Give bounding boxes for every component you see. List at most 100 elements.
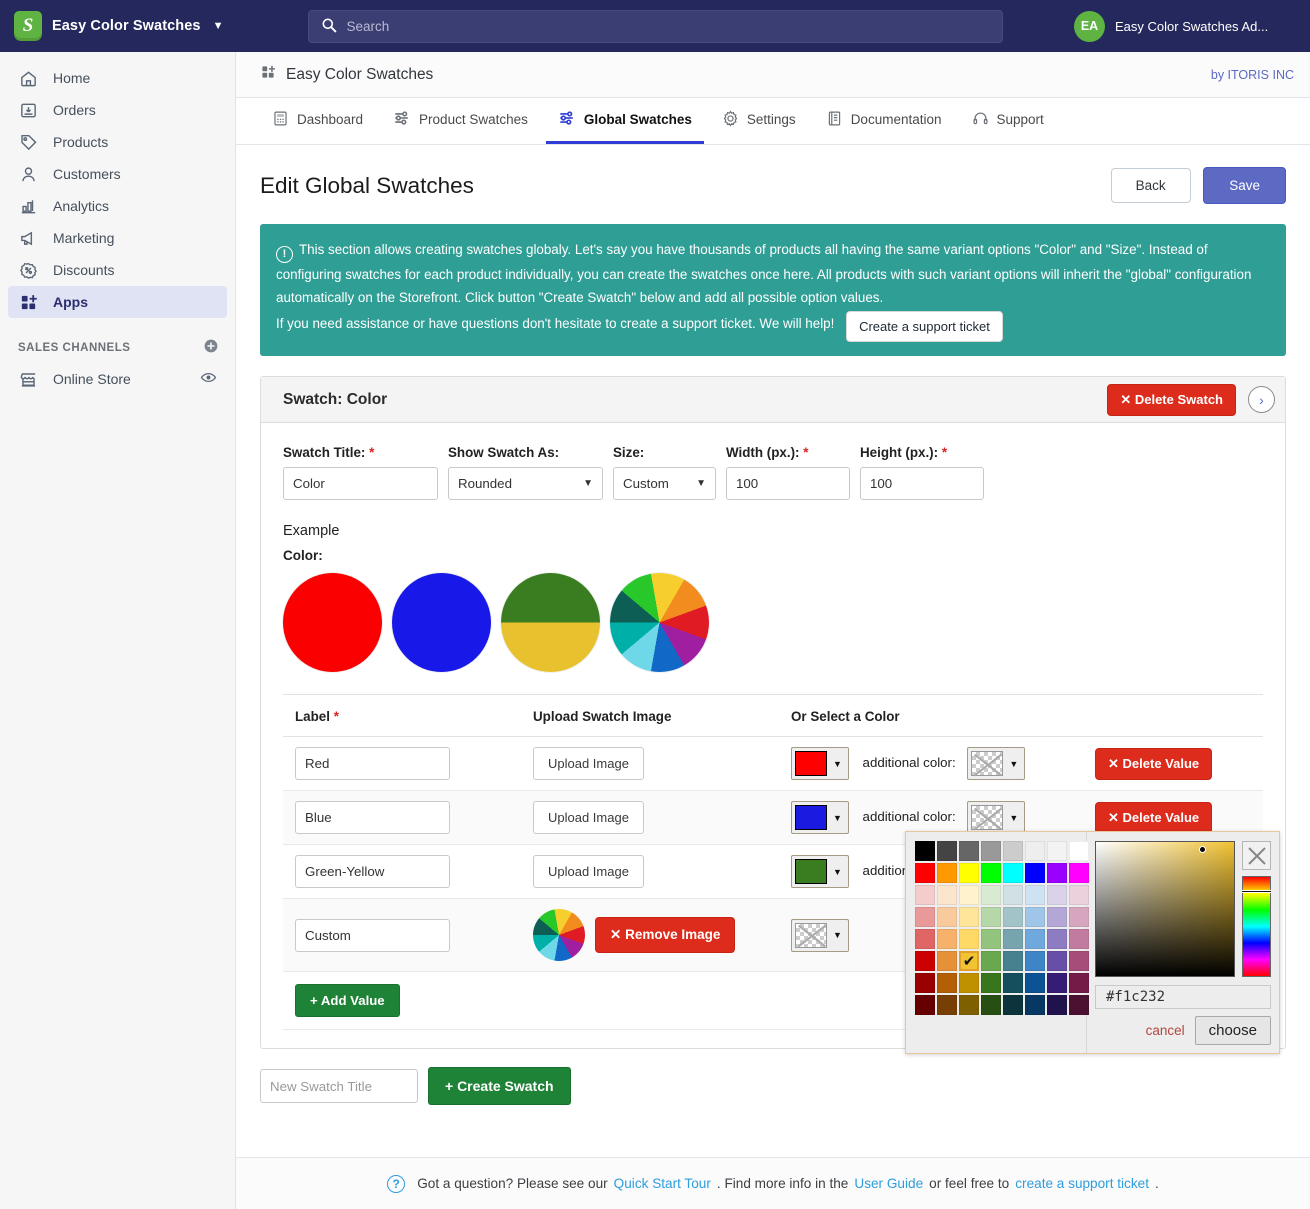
quick-start-tour-link[interactable]: Quick Start Tour <box>614 1176 711 1191</box>
palette-color-cell[interactable] <box>915 907 935 927</box>
palette-color-cell[interactable] <box>981 863 1001 883</box>
palette-color-cell[interactable] <box>937 863 957 883</box>
palette-color-cell[interactable]: ✔ <box>959 951 979 971</box>
color-picker-button[interactable]: ▼ <box>791 747 849 781</box>
cancel-button[interactable]: cancel <box>1146 1023 1185 1038</box>
palette-color-cell[interactable] <box>915 951 935 971</box>
delete-value-button[interactable]: ✕ Delete Value <box>1095 801 1213 834</box>
palette-color-cell[interactable] <box>937 885 957 905</box>
tab-product-swatches[interactable]: Product Swatches <box>381 98 540 144</box>
add-value-button[interactable]: + Add Value <box>295 984 400 1018</box>
color-picker-button[interactable]: ▼ <box>791 855 849 889</box>
palette-color-cell[interactable] <box>959 907 979 927</box>
palette-color-cell[interactable] <box>1047 995 1067 1015</box>
palette-color-cell[interactable] <box>981 907 1001 927</box>
palette-color-cell[interactable] <box>1047 929 1067 949</box>
palette-color-cell[interactable] <box>1003 951 1023 971</box>
palette-color-cell[interactable] <box>981 885 1001 905</box>
search-input[interactable]: Search <box>307 9 1003 43</box>
saturation-value-area[interactable] <box>1095 841 1235 977</box>
tab-documentation[interactable]: Documentation <box>814 98 954 144</box>
user-menu[interactable]: EA Easy Color Swatches Ad... <box>1074 10 1310 42</box>
palette-color-cell[interactable] <box>915 841 935 861</box>
new-swatch-title-input[interactable]: New Swatch Title <box>260 1069 418 1104</box>
create-support-ticket-link[interactable]: create a support ticket <box>1015 1176 1149 1191</box>
palette-color-cell[interactable] <box>1025 885 1045 905</box>
height-input[interactable]: 100 <box>860 467 984 501</box>
palette-color-cell[interactable] <box>1069 907 1089 927</box>
additional-color-picker-button[interactable]: ▼ <box>967 747 1026 781</box>
palette-color-cell[interactable] <box>959 995 979 1015</box>
back-button[interactable]: Back <box>1110 168 1191 203</box>
palette-color-cell[interactable] <box>959 885 979 905</box>
upload-image-button[interactable]: Upload Image <box>533 747 644 781</box>
palette-color-cell[interactable] <box>1025 951 1045 971</box>
show-as-select[interactable]: Rounded ▼ <box>448 467 603 501</box>
palette-color-cell[interactable] <box>1025 973 1045 993</box>
color-picker-button[interactable]: ▼ <box>791 801 849 835</box>
palette-color-cell[interactable] <box>915 863 935 883</box>
sidebar-item-marketing[interactable]: Marketing <box>8 222 227 254</box>
palette-color-cell[interactable] <box>937 995 957 1015</box>
palette-color-cell[interactable] <box>1003 995 1023 1015</box>
palette-color-cell[interactable] <box>937 951 957 971</box>
sidebar-item-orders[interactable]: Orders <box>8 94 227 126</box>
palette-color-cell[interactable] <box>1025 841 1045 861</box>
palette-color-cell[interactable] <box>959 841 979 861</box>
palette-color-cell[interactable] <box>1003 973 1023 993</box>
tab-support[interactable]: Support <box>960 98 1056 144</box>
palette-color-cell[interactable] <box>959 929 979 949</box>
palette-color-cell[interactable] <box>915 973 935 993</box>
palette-color-cell[interactable] <box>915 929 935 949</box>
palette-color-cell[interactable] <box>1047 841 1067 861</box>
palette-color-cell[interactable] <box>937 973 957 993</box>
palette-color-cell[interactable] <box>981 951 1001 971</box>
chevron-down-icon[interactable]: ▼ <box>213 20 224 32</box>
value-label-input[interactable]: Red <box>295 747 450 781</box>
palette-color-cell[interactable] <box>1069 885 1089 905</box>
size-select[interactable]: Custom ▼ <box>613 467 716 501</box>
color-picker-button[interactable]: ▼ <box>791 918 849 952</box>
palette-color-cell[interactable] <box>937 841 957 861</box>
palette-color-cell[interactable] <box>1003 863 1023 883</box>
palette-color-cell[interactable] <box>1069 929 1089 949</box>
palette-color-cell[interactable] <box>1047 885 1067 905</box>
palette-color-cell[interactable] <box>915 885 935 905</box>
palette-color-cell[interactable] <box>1047 863 1067 883</box>
palette-color-cell[interactable] <box>981 929 1001 949</box>
value-label-input[interactable]: Custom <box>295 918 450 952</box>
palette-color-cell[interactable] <box>1069 951 1089 971</box>
tab-dashboard[interactable]: Dashboard <box>260 98 375 144</box>
palette-color-cell[interactable] <box>1069 995 1089 1015</box>
palette-color-cell[interactable] <box>1069 863 1089 883</box>
additional-color-picker-button[interactable]: ▼ <box>967 801 1026 835</box>
palette-color-cell[interactable] <box>981 973 1001 993</box>
remove-image-button[interactable]: ✕ Remove Image <box>595 917 736 954</box>
palette-color-cell[interactable] <box>1025 863 1045 883</box>
delete-swatch-button[interactable]: ✕ Delete Swatch <box>1107 383 1236 416</box>
palette-color-cell[interactable] <box>915 995 935 1015</box>
hue-slider-cursor[interactable] <box>1242 890 1271 893</box>
add-channel-icon[interactable] <box>203 338 219 357</box>
sv-cursor[interactable] <box>1199 846 1206 853</box>
next-swatch-arrow-button[interactable]: › <box>1248 386 1275 414</box>
palette-color-cell[interactable] <box>1025 929 1045 949</box>
palette-color-cell[interactable] <box>1025 995 1045 1015</box>
eye-icon[interactable] <box>200 369 217 389</box>
palette-color-cell[interactable] <box>937 907 957 927</box>
value-label-input[interactable]: Green-Yellow <box>295 855 450 889</box>
palette-color-cell[interactable] <box>959 863 979 883</box>
hue-slider[interactable] <box>1242 876 1271 977</box>
sidebar-item-products[interactable]: Products <box>8 126 227 158</box>
tab-settings[interactable]: Settings <box>710 98 808 144</box>
palette-color-cell[interactable] <box>1003 907 1023 927</box>
width-input[interactable]: 100 <box>726 467 850 501</box>
palette-color-cell[interactable] <box>959 973 979 993</box>
palette-color-cell[interactable] <box>1047 973 1067 993</box>
sidebar-item-customers[interactable]: Customers <box>8 158 227 190</box>
choose-button[interactable]: choose <box>1194 1016 1271 1045</box>
swatch-title-input[interactable]: Color <box>283 467 438 501</box>
palette-color-cell[interactable] <box>1003 885 1023 905</box>
create-support-ticket-button[interactable]: Create a support ticket <box>846 311 1003 343</box>
palette-color-cell[interactable] <box>1025 907 1045 927</box>
